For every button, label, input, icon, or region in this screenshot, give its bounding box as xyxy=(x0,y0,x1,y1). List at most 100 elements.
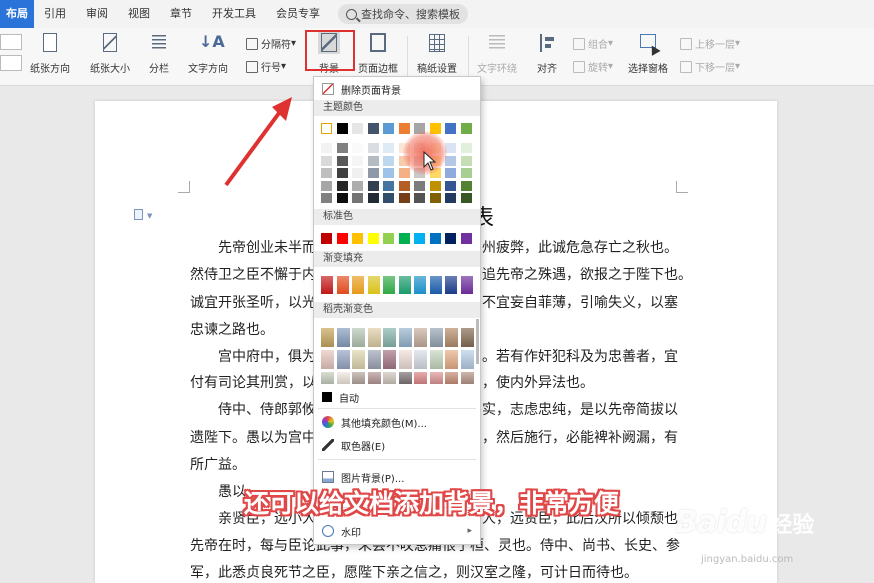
theme-color-swatch[interactable] xyxy=(383,123,394,134)
theme-shade-swatch[interactable] xyxy=(367,155,379,166)
theme-shade-swatch[interactable] xyxy=(460,143,472,153)
standard-color-swatch[interactable] xyxy=(383,233,394,244)
gradient-fill-swatch[interactable] xyxy=(429,276,442,294)
dao-gradient-swatch[interactable] xyxy=(321,328,334,347)
tab-review[interactable]: 审阅 xyxy=(76,0,118,28)
dao-gradient-swatch[interactable] xyxy=(414,372,427,384)
theme-shade-swatch[interactable] xyxy=(352,180,363,191)
dao-gradient-swatch[interactable] xyxy=(460,350,474,369)
dao-gradient-swatch[interactable] xyxy=(398,350,412,369)
gradient-fill-swatch[interactable] xyxy=(460,276,473,294)
rotate-button[interactable]: 旋转 ▾ xyxy=(573,59,613,74)
text-wrap-button[interactable]: 文字环绕 xyxy=(477,32,517,75)
theme-color-swatch[interactable] xyxy=(336,123,348,134)
theme-shade-swatch[interactable] xyxy=(336,168,348,178)
gradient-fill-swatch[interactable] xyxy=(445,276,457,294)
theme-color-swatch[interactable] xyxy=(460,123,472,134)
theme-shade-swatch[interactable] xyxy=(383,193,394,203)
standard-color-swatch[interactable] xyxy=(445,233,456,244)
margin-spinbox-top[interactable] xyxy=(0,34,22,50)
gradient-fill-swatch[interactable] xyxy=(336,276,349,294)
dao-gradient-swatch[interactable] xyxy=(367,350,381,369)
standard-color-swatch[interactable] xyxy=(336,233,348,244)
theme-color-swatch[interactable] xyxy=(321,123,332,134)
standard-color-swatch[interactable] xyxy=(414,233,425,244)
line-numbers-button[interactable]: 行号 ▾ xyxy=(246,59,286,74)
dao-gradient-swatch[interactable] xyxy=(429,350,443,369)
theme-shade-swatch[interactable] xyxy=(352,155,363,166)
group-button[interactable]: 组合 ▾ xyxy=(573,36,613,51)
more-fill-colors-item[interactable]: 其他填充颜色(M)... xyxy=(314,412,480,432)
dao-gradient-swatch[interactable] xyxy=(367,328,381,347)
dao-gradient-swatch[interactable] xyxy=(336,350,350,369)
theme-shade-swatch[interactable] xyxy=(321,155,332,166)
tab-member[interactable]: 会员专享 xyxy=(266,0,330,28)
dao-gradient-swatch[interactable] xyxy=(429,328,443,347)
theme-shade-swatch[interactable] xyxy=(445,180,456,191)
theme-shade-swatch[interactable] xyxy=(321,168,332,178)
document-outline-icon[interactable] xyxy=(134,209,143,220)
theme-shade-swatch[interactable] xyxy=(398,180,410,191)
paper-size-button[interactable]: 纸张大小 xyxy=(90,32,130,75)
dao-gradient-swatch[interactable] xyxy=(336,328,350,347)
dao-gradient-swatch[interactable] xyxy=(414,350,427,369)
theme-shade-swatch[interactable] xyxy=(460,168,472,178)
theme-shade-swatch[interactable] xyxy=(398,168,410,178)
dao-gradient-swatch[interactable] xyxy=(383,350,396,369)
theme-shade-swatch[interactable] xyxy=(383,180,394,191)
dropdown-scrollbar[interactable] xyxy=(476,319,479,364)
theme-shade-swatch[interactable] xyxy=(429,193,441,203)
theme-shade-swatch[interactable] xyxy=(336,143,348,153)
send-backward-button[interactable]: 下移一层 ▾ xyxy=(680,59,740,74)
separator-button[interactable]: 分隔符 ▾ xyxy=(246,36,296,51)
theme-shade-swatch[interactable] xyxy=(383,168,394,178)
dao-gradient-swatch[interactable] xyxy=(445,372,458,384)
select-pane-button[interactable]: 选择窗格 xyxy=(628,32,668,75)
theme-shade-swatch[interactable] xyxy=(321,180,332,191)
theme-shade-swatch[interactable] xyxy=(321,143,332,153)
gradient-fill-swatch[interactable] xyxy=(367,276,380,294)
theme-shade-swatch[interactable] xyxy=(414,193,425,203)
gradient-fill-swatch[interactable] xyxy=(414,276,426,294)
dao-gradient-swatch[interactable] xyxy=(429,372,443,384)
dao-gradient-swatch[interactable] xyxy=(445,350,458,369)
margin-spinbox-bottom[interactable] xyxy=(0,55,22,71)
dao-gradient-swatch[interactable] xyxy=(352,372,365,384)
dao-gradient-swatch[interactable] xyxy=(398,328,412,347)
theme-shade-swatch[interactable] xyxy=(429,180,441,191)
theme-shade-swatch[interactable] xyxy=(367,180,379,191)
auto-color-item[interactable]: 自动 xyxy=(314,387,480,407)
gradient-fill-swatch[interactable] xyxy=(352,276,364,294)
gradient-fill-swatch[interactable] xyxy=(321,276,333,294)
page-border-button[interactable]: 页面边框 xyxy=(358,32,398,75)
gradient-fill-swatch[interactable] xyxy=(383,276,395,294)
text-direction-button[interactable]: ↓A 文字方向 xyxy=(188,32,228,75)
theme-shade-swatch[interactable] xyxy=(321,193,332,203)
command-search[interactable]: 查找命令、搜索模板 xyxy=(338,4,468,24)
standard-color-swatch[interactable] xyxy=(352,233,363,244)
standard-color-swatch[interactable] xyxy=(398,233,410,244)
standard-color-swatch[interactable] xyxy=(460,233,472,244)
theme-shade-swatch[interactable] xyxy=(367,143,379,153)
theme-color-swatch[interactable] xyxy=(445,123,456,134)
align-button[interactable]: 对齐 xyxy=(536,32,558,75)
theme-shade-swatch[interactable] xyxy=(367,168,379,178)
standard-color-swatch[interactable] xyxy=(321,233,332,244)
theme-shade-swatch[interactable] xyxy=(367,193,379,203)
tab-view[interactable]: 视图 xyxy=(118,0,160,28)
eyedropper-item[interactable]: 取色器(E) xyxy=(314,435,480,455)
theme-shade-swatch[interactable] xyxy=(352,143,363,153)
dao-gradient-swatch[interactable] xyxy=(352,350,365,369)
theme-color-swatch[interactable] xyxy=(398,123,410,134)
tab-references[interactable]: 引用 xyxy=(34,0,76,28)
theme-shade-swatch[interactable] xyxy=(414,180,425,191)
dao-gradient-swatch[interactable] xyxy=(460,372,474,384)
dao-gradient-swatch[interactable] xyxy=(460,328,474,347)
theme-shade-swatch[interactable] xyxy=(398,193,410,203)
theme-shade-swatch[interactable] xyxy=(352,168,363,178)
theme-shade-swatch[interactable] xyxy=(383,155,394,166)
theme-color-swatch[interactable] xyxy=(352,123,363,134)
dao-gradient-swatch[interactable] xyxy=(367,372,381,384)
paper-setup-button[interactable]: 稿纸设置 xyxy=(417,32,457,75)
theme-shade-swatch[interactable] xyxy=(352,193,363,203)
